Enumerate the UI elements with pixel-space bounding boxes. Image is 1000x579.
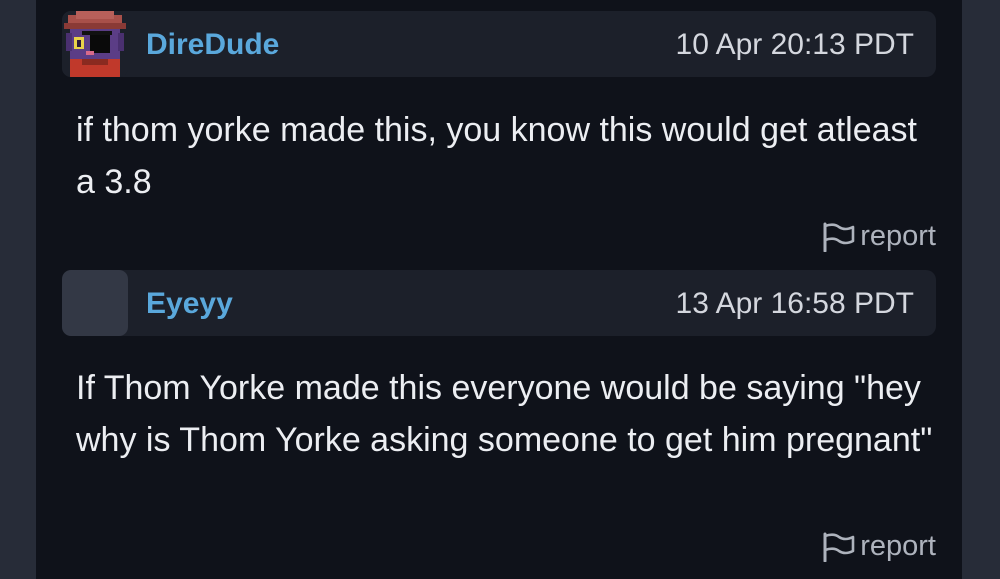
avatar[interactable]: [62, 11, 128, 77]
report-label: report: [860, 220, 936, 252]
comment-header: Eyeyy 13 Apr 16:58 PDT: [62, 270, 936, 336]
pixel-art-cat-avatar-icon: [62, 11, 128, 77]
left-margin: [0, 0, 36, 579]
avatar[interactable]: [62, 270, 128, 336]
page: DireDude 10 Apr 20:13 PDT if thom yorke …: [0, 0, 1000, 579]
report-label: report: [860, 530, 936, 562]
comment-header: DireDude 10 Apr 20:13 PDT: [62, 11, 936, 77]
flag-icon: [823, 222, 855, 252]
timestamp: 10 Apr 20:13 PDT: [675, 28, 914, 61]
timestamp: 13 Apr 16:58 PDT: [675, 287, 914, 320]
username[interactable]: DireDude: [146, 28, 279, 62]
comment-body: If Thom Yorke made this everyone would b…: [76, 369, 933, 459]
username[interactable]: Eyeyy: [146, 287, 233, 321]
report-button[interactable]: report: [822, 530, 936, 563]
right-margin: [962, 0, 1000, 579]
comments-panel: DireDude 10 Apr 20:13 PDT if thom yorke …: [36, 0, 962, 579]
flag-icon: [823, 532, 855, 562]
report-button[interactable]: report: [822, 220, 936, 253]
comment-body: if thom yorke made this, you know this w…: [76, 111, 917, 201]
